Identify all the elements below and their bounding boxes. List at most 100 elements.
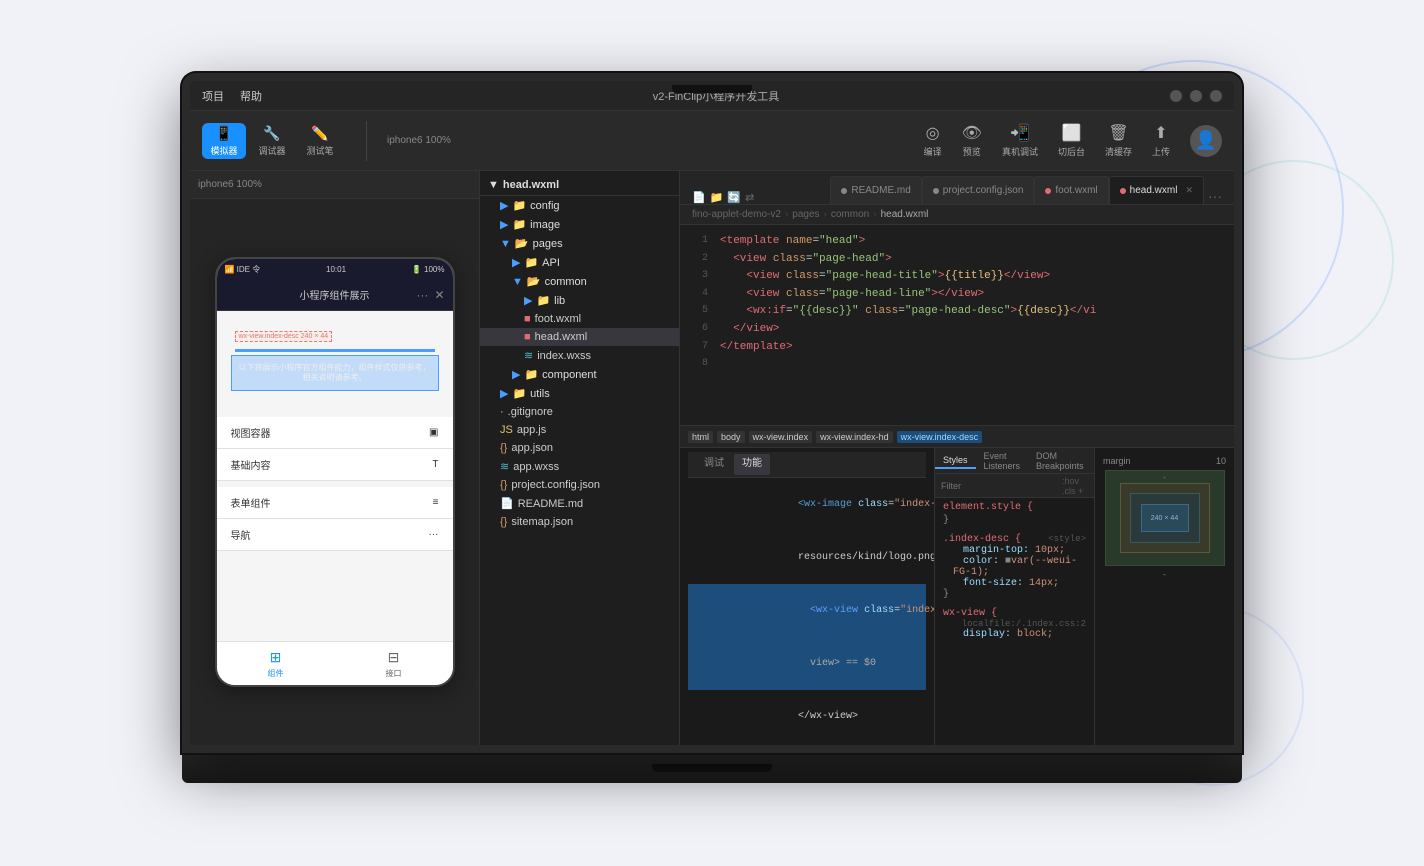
md-file-icon: 📄 — [500, 497, 514, 510]
laptop: 项目 帮助 v2-FinClip小程序开发工具 📱 模拟器 — [182, 73, 1242, 793]
editor-file-icons: 📄 📁 🔄 ⇄ — [688, 191, 758, 204]
folder-icon: ▶ — [512, 368, 520, 381]
tab-interface[interactable]: ⊟ 接口 — [335, 642, 453, 685]
hovered-element-box: wx-view.index-desc 240 × 44 — [235, 331, 333, 342]
debugger-btn[interactable]: 🔧 调试器 — [250, 123, 294, 159]
elem-tag-wx-view-index[interactable]: wx-view.index — [749, 431, 813, 443]
test-btn[interactable]: ✏️ 测试笔 — [298, 123, 342, 159]
tree-item-foot-wxml[interactable]: ■ foot.wxml — [480, 310, 679, 328]
tab-readme[interactable]: README.md — [830, 176, 921, 204]
html-line-5[interactable]: </wx-view> — [688, 690, 926, 743]
style-rule-wx-view: wx-view { localfile:/.index.css:2 displa… — [943, 608, 1086, 640]
style-rule-index-desc: .index-desc { <style> margin-top: 10px; … — [943, 534, 1086, 600]
tab-component[interactable]: ⊞ 组件 — [217, 642, 335, 685]
tree-expand-icon[interactable]: ▼ — [488, 179, 499, 191]
elem-tag-html[interactable]: html — [688, 431, 713, 443]
tree-item-common[interactable]: ▼ 📂 common — [480, 272, 679, 291]
file-icon: · — [500, 406, 504, 418]
tree-item-app-wxss[interactable]: ≋ app.wxss — [480, 457, 679, 476]
tree-item-image[interactable]: ▶ 📁 image — [480, 215, 679, 234]
simulator-panel: iphone6 100% 📶 IDE 令 10:01 🔋 100% 小程序组件展… — [190, 171, 480, 745]
menu-icon-nav: ··· — [429, 529, 439, 540]
tree-item-pages[interactable]: ▼ 📂 pages — [480, 234, 679, 253]
html-line-1[interactable]: <wx-image class="index-logo" src="../res… — [688, 478, 926, 531]
subtab-function[interactable]: 功能 — [734, 454, 770, 475]
tab-project-config[interactable]: project.config.json — [922, 176, 1035, 204]
tree-item-api[interactable]: ▶ 📁 API — [480, 253, 679, 272]
folder-name: 📁 — [512, 199, 526, 212]
simulator-btn[interactable]: 📱 模拟器 — [202, 123, 246, 159]
upload-action[interactable]: ⬆ 上传 — [1152, 123, 1170, 158]
breadcrumb-item-2[interactable]: pages — [792, 209, 819, 220]
tree-item-project-config[interactable]: {} project.config.json — [480, 476, 679, 494]
tree-item-sitemap[interactable]: {} sitemap.json — [480, 513, 679, 531]
html-line-2[interactable]: resources/kind/logo.png">_</wx-image> — [688, 531, 926, 584]
highlight-bar — [235, 349, 435, 352]
more-icon[interactable]: ··· — [416, 288, 428, 302]
status-left: 📶 IDE 令 — [225, 264, 261, 275]
tree-item-gitignore[interactable]: · .gitignore — [480, 403, 679, 421]
tree-root-label: head.wxml — [503, 179, 559, 191]
maximize-button[interactable] — [1190, 90, 1202, 102]
tab-close-icon[interactable]: ✕ — [1185, 185, 1193, 196]
html-line-3[interactable]: <wx-view class="index-desc">以下将展示小程序官方组件… — [688, 584, 926, 637]
tree-item-index-wxss[interactable]: ≋ index.wxss — [480, 346, 679, 365]
code-view[interactable]: 1 <template name="head"> 2 <view class="… — [680, 225, 1234, 425]
background-action[interactable]: ⬜ 切后台 — [1058, 123, 1085, 158]
user-avatar[interactable]: 👤 — [1190, 125, 1222, 157]
interface-tab-icon: ⊟ — [388, 649, 400, 666]
breadcrumb-item-3[interactable]: common — [831, 209, 869, 220]
menu-item-view[interactable]: 视图容器 ▣ — [217, 417, 453, 449]
breadcrumb-item-1[interactable]: fino-applet-demo-v2 — [692, 209, 781, 220]
elem-tag-body[interactable]: body — [717, 431, 745, 443]
html-line-6[interactable]: ▶<wx-view class="index-bd">_</wx-view> — [688, 743, 926, 745]
clear-cache-action[interactable]: 🗑 清缓存 — [1105, 123, 1132, 158]
element-selector-row: html body wx-view.index wx-view.index-hd… — [680, 426, 1234, 448]
minimize-button[interactable] — [1170, 90, 1182, 102]
tree-item-app-js[interactable]: JS app.js — [480, 421, 679, 439]
menu-icon-basic: T — [432, 459, 438, 470]
tree-item-head-wxml[interactable]: ■ head.wxml — [480, 328, 679, 346]
real-device-action[interactable]: 📲 真机调试 — [1002, 123, 1038, 158]
folder-name: 📁 — [536, 294, 550, 307]
new-folder-icon[interactable]: 📁 — [710, 191, 724, 204]
collapse-icon[interactable]: ⇄ — [745, 191, 754, 204]
menu-item-project[interactable]: 项目 — [202, 88, 224, 104]
sp-tab-dom[interactable]: DOM Breakpoints — [1028, 449, 1092, 473]
elem-tag-wx-view-index-hd[interactable]: wx-view.index-hd — [816, 431, 893, 443]
close-nav-icon[interactable]: ✕ — [434, 288, 444, 302]
elem-tag-wx-view-index-desc[interactable]: wx-view.index-desc — [897, 431, 983, 443]
html-line-4[interactable]: view> == $0 — [688, 637, 926, 690]
margin-value: 10 — [1216, 456, 1226, 466]
tree-item-readme[interactable]: 📄 README.md — [480, 494, 679, 513]
compile-action[interactable]: ◎ 编译 — [924, 123, 942, 158]
tab-foot-wxml[interactable]: foot.wxml — [1034, 176, 1108, 204]
tree-item-config[interactable]: ▶ 📁 config — [480, 196, 679, 215]
file-tree: ▼ head.wxml ▶ 📁 config ▶ 📁 image — [480, 171, 680, 745]
new-file-icon[interactable]: 📄 — [692, 191, 706, 204]
sp-tab-styles[interactable]: Styles — [935, 453, 976, 469]
tree-item-lib[interactable]: ▶ 📁 lib — [480, 291, 679, 310]
refresh-icon[interactable]: 🔄 — [727, 191, 741, 204]
tree-item-app-json[interactable]: {} app.json — [480, 439, 679, 457]
more-tabs-icon[interactable]: ··· — [1204, 188, 1226, 204]
preview-action[interactable]: 👁 预览 — [962, 123, 982, 158]
styles-filter-bar: :hov .cls + — [935, 474, 1094, 498]
xml-file-icon: ■ — [524, 313, 531, 325]
style-rule-element: element.style { } — [943, 502, 1086, 526]
sp-tab-event[interactable]: Event Listeners — [976, 449, 1029, 473]
close-button[interactable] — [1210, 90, 1222, 102]
menu-item-form[interactable]: 表单组件 ≡ — [217, 487, 453, 519]
styles-filter-input[interactable] — [941, 481, 1058, 491]
menu-item-basic[interactable]: 基础内容 T — [217, 449, 453, 481]
menu-item-help[interactable]: 帮助 — [240, 88, 262, 104]
folder-name: 📁 — [512, 218, 526, 231]
screen-notch — [672, 85, 752, 93]
tab-head-wxml[interactable]: head.wxml ✕ — [1109, 176, 1204, 204]
device-name-label: iphone6 100% — [198, 179, 262, 190]
styles-content: element.style { } .index-desc { <style> — [935, 498, 1094, 745]
tree-item-utils[interactable]: ▶ 📁 utils — [480, 384, 679, 403]
subtab-debug[interactable]: 调试 — [696, 454, 732, 475]
tree-item-component[interactable]: ▶ 📁 component — [480, 365, 679, 384]
menu-item-nav[interactable]: 导航 ··· — [217, 519, 453, 551]
